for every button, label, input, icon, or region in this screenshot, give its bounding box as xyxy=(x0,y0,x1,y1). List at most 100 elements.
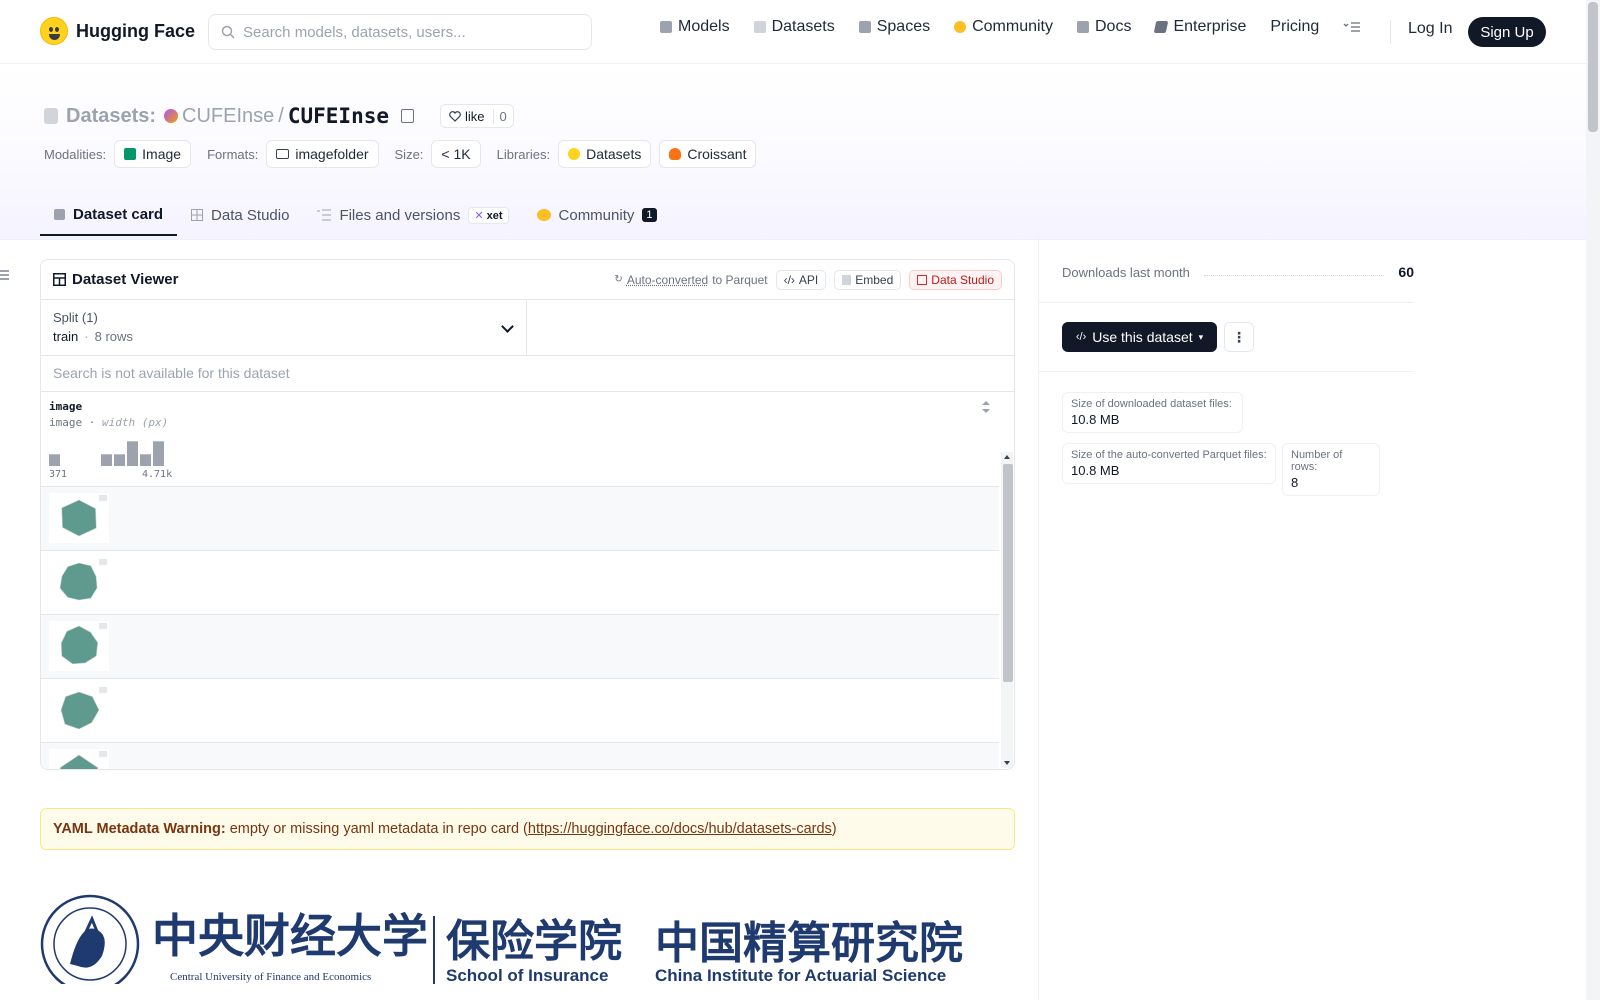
table-row[interactable] xyxy=(41,615,999,679)
sidebar-divider xyxy=(1038,236,1039,1000)
dataset-icon xyxy=(44,108,58,124)
image-thumbnail[interactable] xyxy=(49,621,109,671)
chip-label: Croissant xyxy=(687,146,747,162)
embed-label: Embed xyxy=(855,272,894,287)
image-thumbnail[interactable] xyxy=(49,493,109,543)
tab-label: Community xyxy=(558,206,635,224)
library-chip-datasets[interactable]: Datasets xyxy=(558,140,652,168)
image-thumbnail[interactable] xyxy=(49,685,109,735)
table-icon xyxy=(917,274,928,285)
nav-models[interactable]: Models xyxy=(660,18,730,36)
owner-link[interactable]: CUFEInse xyxy=(182,105,274,128)
login-link[interactable]: Log In xyxy=(1408,20,1452,38)
nav-label: Enterprise xyxy=(1173,18,1247,35)
page-scrollbar-thumb[interactable] xyxy=(1588,2,1598,132)
table-row[interactable] xyxy=(41,679,999,743)
dataset-viewer: Dataset Viewer ↻ Auto-converted to Parqu… xyxy=(40,259,1015,770)
use-dataset-label: Use this dataset xyxy=(1092,329,1193,345)
search-box[interactable] xyxy=(208,14,592,50)
like-count: 0 xyxy=(492,108,513,124)
api-label: API xyxy=(798,272,819,287)
table-row[interactable] xyxy=(41,743,999,770)
discussion-count-badge: 1 xyxy=(642,208,657,222)
histogram-bar[interactable] xyxy=(127,441,138,466)
scroll-down-icon[interactable] xyxy=(1001,758,1013,768)
column-type-label: image xyxy=(49,416,83,429)
heart-icon xyxy=(449,110,461,122)
viewer-scrollbar[interactable] xyxy=(1001,452,1013,768)
format-chip[interactable]: imagefolder xyxy=(266,140,379,168)
table-row[interactable] xyxy=(41,551,999,615)
like-button[interactable]: like 0 xyxy=(440,104,514,128)
more-menu-button[interactable] xyxy=(1343,21,1361,33)
histogram-bar[interactable] xyxy=(49,454,60,466)
sidebar-rule xyxy=(1038,371,1414,372)
viewer-tools: ↻ Auto-converted to Parquet ‹/› API Embed… xyxy=(614,269,1002,290)
tab-dataset-card[interactable]: Dataset card xyxy=(40,194,178,236)
embed-button[interactable]: Embed xyxy=(834,269,902,290)
nav-label: Pricing xyxy=(1270,18,1320,35)
histogram-bar[interactable] xyxy=(153,441,164,466)
stat-label: Size of the auto-converted Parquet files… xyxy=(1071,449,1267,461)
column-header-image: image image · width (px) 371 4.71k xyxy=(41,392,999,487)
use-this-dataset-button[interactable]: ‹/› Use this dataset ▾ xyxy=(1062,322,1217,352)
docs-icon xyxy=(1077,21,1089,33)
downloads-stat: Downloads last month 60 xyxy=(1062,264,1414,280)
tab-label: Files and versions xyxy=(339,206,461,224)
repo-type-link[interactable]: Datasets: xyxy=(66,105,156,128)
nav-pricing[interactable]: Pricing xyxy=(1270,18,1319,36)
more-options-button[interactable]: ⋮ xyxy=(1224,322,1254,352)
size-chip[interactable]: < 1K xyxy=(431,140,481,168)
brand-logo[interactable]: Hugging Face xyxy=(40,17,195,45)
scroll-up-icon[interactable] xyxy=(1001,452,1013,462)
table-row[interactable] xyxy=(41,487,999,551)
modalities-label: Modalities: xyxy=(44,146,107,162)
community-icon xyxy=(536,209,551,221)
auto-converted-link[interactable]: Auto-converted xyxy=(627,273,708,287)
image-thumbnail[interactable] xyxy=(49,749,109,770)
split-selector-row: Split (1) train · 8 rows xyxy=(41,300,1014,356)
histogram-bar[interactable] xyxy=(101,454,112,466)
api-button[interactable]: ‹/› API xyxy=(775,269,827,290)
split-selector[interactable]: Split (1) train · 8 rows xyxy=(41,300,527,355)
histogram-bar[interactable] xyxy=(140,454,151,466)
page-scrollbar[interactable] xyxy=(1586,0,1600,1000)
sort-icon[interactable] xyxy=(981,400,991,414)
folder-icon xyxy=(276,149,290,159)
scrollbar-thumb[interactable] xyxy=(1003,464,1013,682)
repo-name-link[interactable]: CUFEInse xyxy=(288,104,389,128)
auto-converted-note: ↻ Auto-converted to Parquet xyxy=(614,273,767,287)
stat-value: 10.8 MB xyxy=(1071,412,1120,427)
image-thumbnail[interactable] xyxy=(49,557,109,607)
search-icon xyxy=(221,25,235,39)
image-icon xyxy=(124,148,137,160)
nav-spaces[interactable]: Spaces xyxy=(858,18,930,36)
croissant-icon xyxy=(669,148,682,160)
signup-button[interactable]: Sign Up xyxy=(1468,17,1546,47)
to-parquet-text: to Parquet xyxy=(712,272,768,287)
downloads-count: 60 xyxy=(1398,264,1414,280)
copy-icon[interactable] xyxy=(401,109,415,123)
banner-en-university: Central University of Finance and Econom… xyxy=(170,971,371,983)
datasets-icon xyxy=(753,21,766,33)
search-input[interactable] xyxy=(243,23,573,41)
datasets-cards-doc-link[interactable]: https://huggingface.co/docs/hub/datasets… xyxy=(528,821,832,837)
data-studio-button[interactable]: Data Studio xyxy=(909,269,1002,290)
tab-label: Dataset card xyxy=(73,205,164,223)
nav-docs[interactable]: Docs xyxy=(1077,18,1131,36)
nav-label: Community xyxy=(972,18,1053,35)
tab-community[interactable]: Community 1 xyxy=(523,194,671,236)
nav-datasets[interactable]: Datasets xyxy=(753,18,835,36)
toc-toggle-icon[interactable] xyxy=(0,270,9,280)
nav-enterprise[interactable]: Enterprise xyxy=(1154,18,1247,36)
nav-community[interactable]: Community xyxy=(954,18,1053,36)
libraries-label: Libraries: xyxy=(496,146,551,162)
banner-en-school: School of Insurance xyxy=(446,966,608,984)
modality-chip[interactable]: Image xyxy=(114,140,192,168)
tab-files-and-versions[interactable]: Files and versions ✕ xet xyxy=(303,194,522,236)
tab-data-studio[interactable]: Data Studio xyxy=(177,194,303,236)
models-icon xyxy=(660,21,672,33)
banner-cn-university: 中央财经大学 xyxy=(152,909,428,963)
histogram-bar[interactable] xyxy=(114,454,125,466)
library-chip-croissant[interactable]: Croissant xyxy=(659,140,757,168)
